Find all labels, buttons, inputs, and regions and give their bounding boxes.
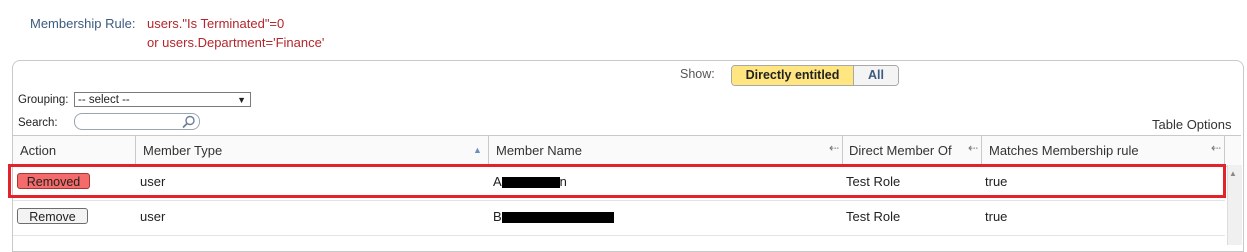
direct-member-of-cell: Test Role [846,209,901,224]
column-header-matches-membership-rule[interactable]: Matches Membership rule [989,143,1139,158]
directly-entitled-button[interactable]: Directly entitled [732,66,854,85]
show-label: Show: [680,67,715,81]
table-options-link[interactable]: Table Options [1152,117,1232,132]
column-divider [488,136,489,165]
all-button[interactable]: All [854,66,898,85]
column-divider [1224,136,1225,165]
table-row [13,200,1225,236]
grouping-selected-value: -- select -- [78,94,130,106]
scroll-up-arrow-icon[interactable]: ▲ [1229,169,1237,178]
grouping-select[interactable]: -- select -- ▼ [74,92,251,107]
redaction-bar [501,212,614,224]
member-name-visible-start: B [493,209,502,224]
column-header-member-type[interactable]: Member Type [143,143,222,158]
membership-rule-line-1: users."Is Terminated"=0 [147,16,285,31]
member-type-cell: user [140,209,166,224]
member-name-cell: B [493,209,614,224]
column-header-action[interactable]: Action [20,143,56,158]
column-header-member-name[interactable]: Member Name [496,143,582,158]
grouping-label: Grouping: [18,94,69,106]
dropdown-arrow-icon: ▼ [237,95,246,105]
search-label: Search: [18,117,58,129]
membership-rule-line-2: or users.Department='Finance' [147,35,325,50]
column-resize-icon[interactable]: ⇠ [829,141,839,155]
remove-button[interactable]: Remove [17,208,88,224]
column-divider [842,136,843,165]
highlight-box [8,164,1226,198]
membership-rule-label: Membership Rule: [30,16,136,31]
column-divider [981,136,982,165]
search-input[interactable] [74,113,200,130]
sort-ascending-icon[interactable]: ▲ [473,145,482,155]
column-resize-icon[interactable]: ⇠ [968,141,978,155]
column-resize-icon[interactable]: ⇠ [1211,141,1221,155]
show-toggle: Directly entitled All [731,65,899,86]
search-icon[interactable] [181,115,196,129]
column-header-direct-member-of[interactable]: Direct Member Of [849,143,952,158]
column-divider [135,136,136,165]
matches-cell: true [985,209,1008,224]
